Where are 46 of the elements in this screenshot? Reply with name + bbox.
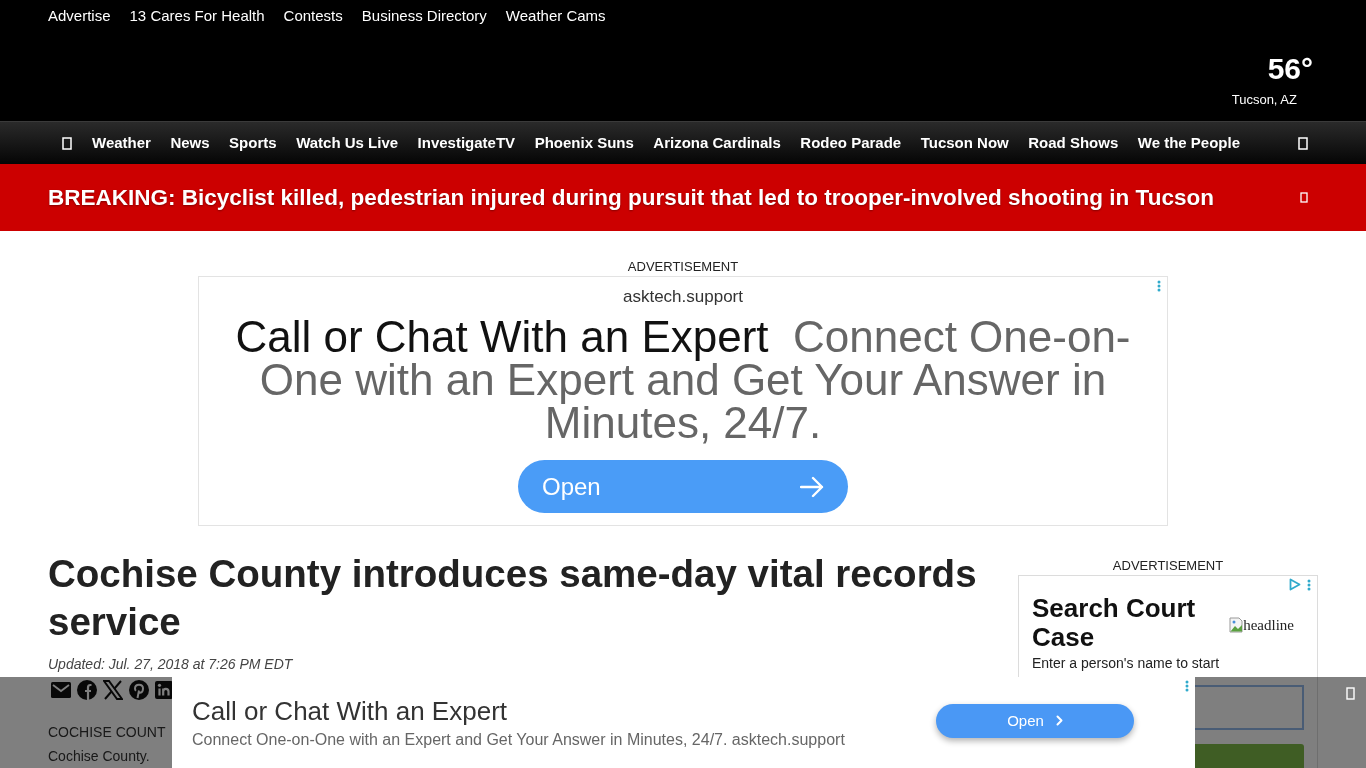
glyph-box-icon[interactable] bbox=[62, 136, 72, 150]
nav-link[interactable]: We the People bbox=[1137, 134, 1241, 152]
options-dots-icon[interactable] bbox=[1307, 578, 1311, 591]
nav-link[interactable]: News bbox=[170, 134, 210, 152]
top-link[interactable]: 13 Cares For Health bbox=[129, 7, 265, 25]
ad-description: Connect One-on-One with an Expert and Get Your Answer in Minutes, 24/7. asktech.support bbox=[192, 730, 845, 749]
nav-link[interactable]: InvestigateTV bbox=[417, 134, 516, 152]
weather-location: Tucson, AZ bbox=[1231, 92, 1297, 108]
arrow-right-icon bbox=[800, 475, 824, 498]
chevron-right-icon bbox=[1055, 715, 1063, 726]
ad-headline[interactable]: Search Court Case bbox=[1032, 594, 1217, 652]
ad-domain: asktech.support bbox=[623, 287, 743, 307]
nav-link[interactable]: Sports bbox=[229, 134, 277, 152]
play-triangle-icon[interactable] bbox=[1289, 578, 1301, 591]
top-link[interactable]: Business Directory bbox=[361, 7, 487, 25]
nav-link[interactable]: Road Shows bbox=[1028, 134, 1119, 152]
nav-link[interactable]: Arizona Cardinals bbox=[653, 134, 781, 152]
ad-text[interactable]: Call or Chat With an Expert Connect One-on-One with an Expert and Get Your Answer in Minutes, 24/7. bbox=[199, 315, 1167, 444]
glyph-box-icon[interactable] bbox=[1298, 136, 1308, 150]
article-text: COCHISE COUNT bbox=[48, 723, 166, 742]
broken-image-icon bbox=[1229, 617, 1244, 633]
article-headline: Cochise County introduces same-day vital records service bbox=[48, 551, 978, 645]
facebook-icon[interactable] bbox=[77, 680, 97, 700]
nav-link[interactable]: Phoenix Suns bbox=[534, 134, 634, 152]
options-dots-icon[interactable] bbox=[1157, 280, 1161, 292]
nav-link[interactable]: Rodeo Parade bbox=[800, 134, 902, 152]
nav-link[interactable]: Tucson Now bbox=[920, 134, 1009, 152]
ad-prompt: Enter a person's name to start bbox=[1032, 655, 1221, 671]
ad-label: ADVERTISEMENT bbox=[627, 259, 739, 274]
ad-headline[interactable]: Call or Chat With an Expert bbox=[192, 696, 845, 726]
breaking-news-link[interactable]: BREAKING: Bicyclist killed, pedestrian injured during pursuit that led to trooper-involved shooting in Tucson bbox=[48, 183, 1214, 212]
temperature[interactable]: 56° bbox=[1267, 52, 1313, 86]
top-link[interactable]: Contests bbox=[283, 7, 343, 25]
email-icon[interactable] bbox=[51, 682, 71, 698]
nav-link[interactable]: Weather bbox=[92, 134, 151, 152]
x-icon[interactable] bbox=[103, 680, 123, 700]
top-link[interactable]: Weather Cams bbox=[505, 7, 606, 25]
linkedin-icon[interactable] bbox=[155, 681, 173, 699]
top-link[interactable]: Advertise bbox=[48, 7, 111, 25]
options-dots-icon[interactable] bbox=[1185, 680, 1189, 692]
updated-timestamp: Updated: Jul. 27, 2018 at 7:26 PM EDT bbox=[48, 655, 293, 673]
pinterest-icon[interactable] bbox=[129, 680, 149, 700]
nav-link[interactable]: Watch Us Live bbox=[296, 134, 399, 152]
ad-label: ADVERTISEMENT bbox=[1112, 558, 1224, 573]
image-alt-text: headline bbox=[1243, 616, 1294, 634]
article-text: Cochise County. bbox=[48, 747, 151, 766]
